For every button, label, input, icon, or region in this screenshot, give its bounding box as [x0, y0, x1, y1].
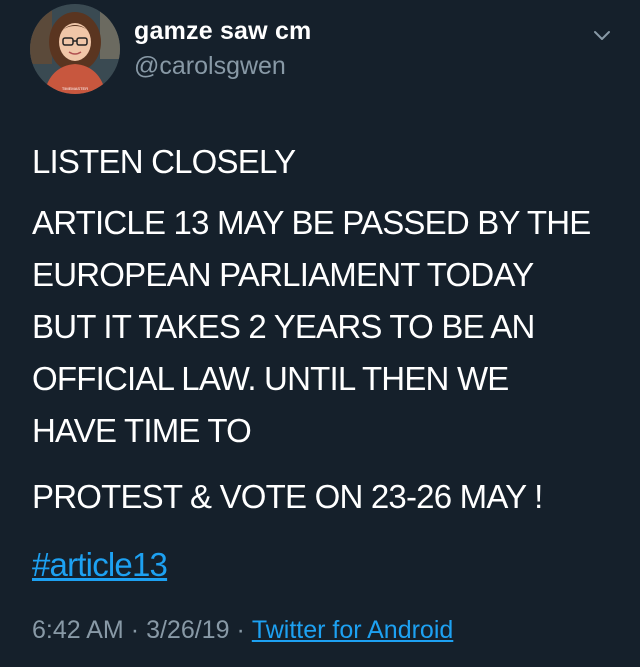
user-handle[interactable]: @carolsgwen: [134, 52, 286, 81]
tweet-card: TIMEMASTER gamze saw cm @carolsgwen LIST…: [0, 0, 640, 667]
meta-separator: ·: [236, 616, 245, 644]
tweet-metadata: 6:42 AM · 3/26/19 · Twitter for Android: [32, 616, 453, 645]
hashtag-link[interactable]: #article13: [32, 546, 168, 583]
display-name[interactable]: gamze saw cm: [134, 17, 312, 46]
avatar[interactable]: TIMEMASTER: [30, 4, 120, 94]
source-link[interactable]: Twitter for Android: [252, 616, 453, 644]
chevron-down-icon[interactable]: [590, 24, 614, 48]
tweet-paragraph: ARTICLE 13 MAY BE PASSED BY THE EUROPEAN…: [32, 204, 591, 449]
meta-separator: ·: [130, 616, 140, 644]
tweet-date[interactable]: 3/26/19: [146, 616, 229, 644]
avatar-image: TIMEMASTER: [30, 4, 120, 94]
tweet-time[interactable]: 6:42 AM: [32, 616, 124, 644]
tweet-text: LISTEN CLOSELY ARTICLE 13 MAY BE PASSED …: [32, 136, 632, 591]
tweet-paragraph: PROTEST & VOTE ON 23-26 MAY !: [32, 478, 543, 515]
tweet-paragraph: LISTEN CLOSELY: [32, 143, 296, 180]
avatar-shirt-text: TIMEMASTER: [62, 86, 88, 91]
